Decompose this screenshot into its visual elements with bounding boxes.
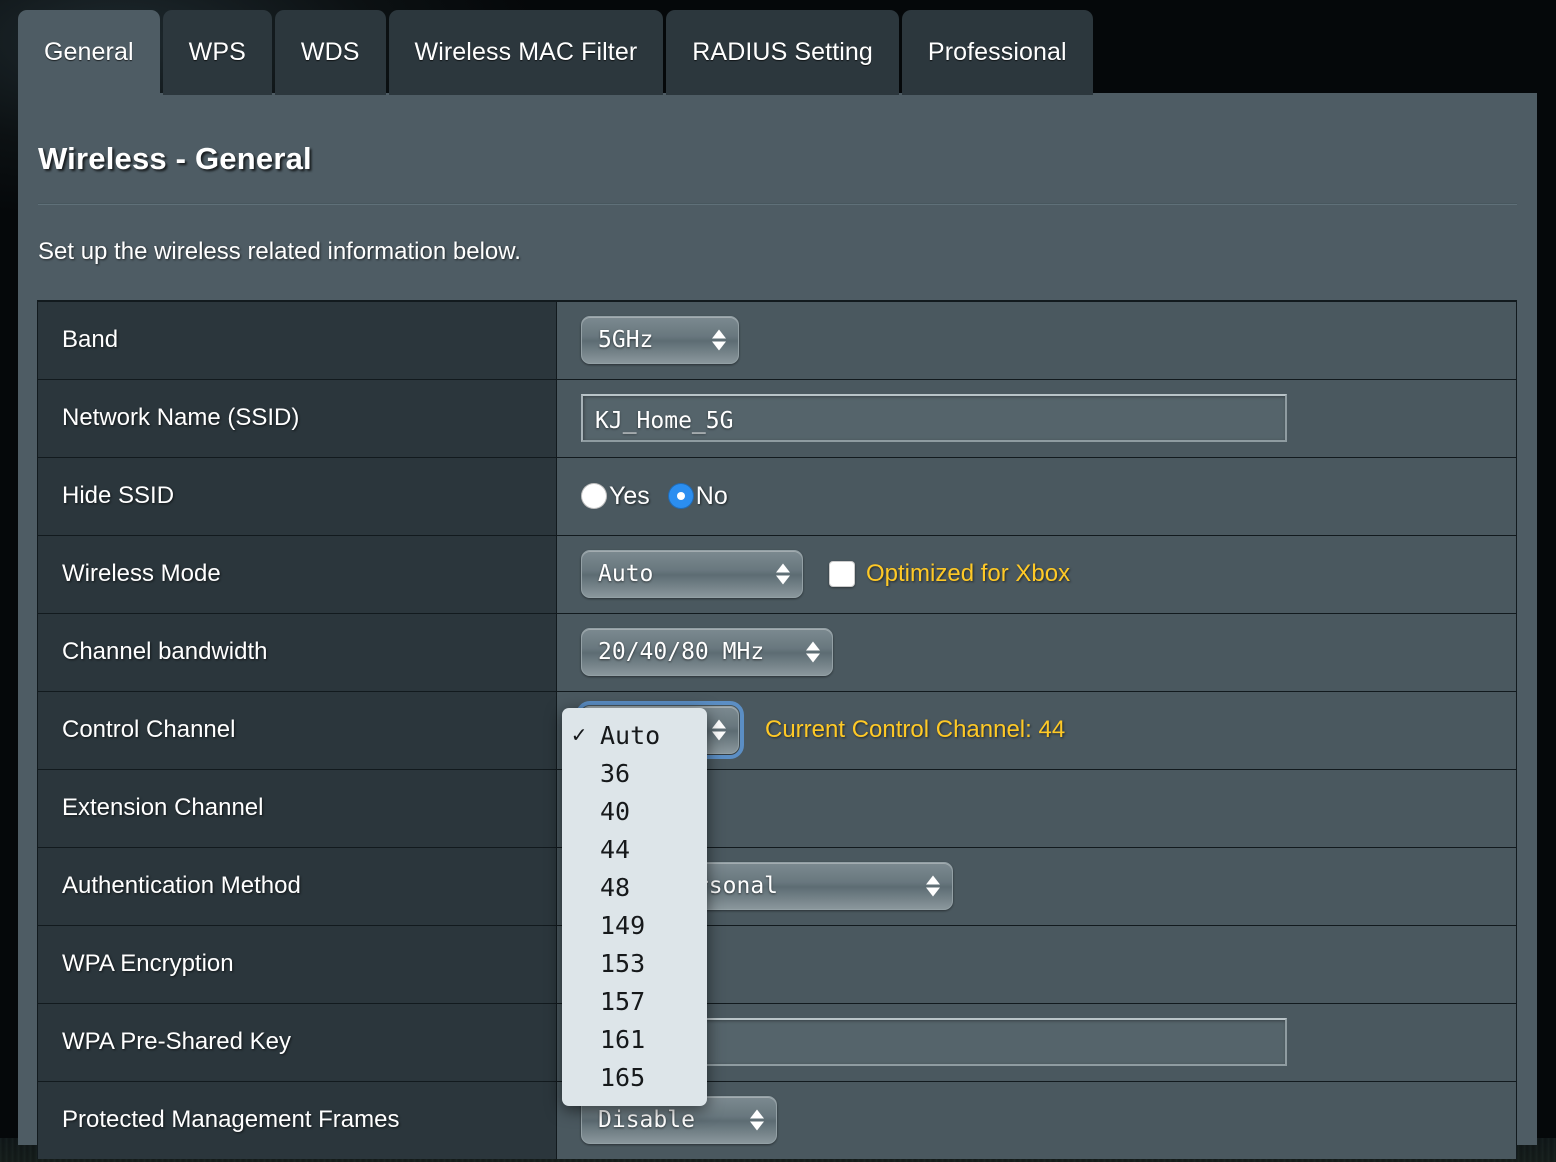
stepper-arrows-icon: [712, 329, 726, 351]
label-extension-channel: Extension Channel: [37, 769, 557, 847]
stepper-arrows-icon: [806, 641, 820, 663]
hide-ssid-radio-group: Yes No: [581, 482, 1516, 511]
value-hide-ssid: Yes No: [556, 457, 1517, 535]
wireless-mode-select[interactable]: Auto: [581, 550, 803, 598]
label-band: Band: [37, 301, 557, 379]
hide-ssid-radio-yes[interactable]: Yes: [581, 482, 650, 511]
pmf-select-value: Disable: [598, 1107, 695, 1134]
dropdown-option[interactable]: 44: [562, 830, 707, 868]
checkbox-icon: [829, 561, 855, 587]
value-band: 5GHz: [556, 301, 1517, 379]
label-pmf: Protected Management Frames: [37, 1081, 557, 1159]
hide-ssid-radio-no[interactable]: No: [667, 481, 728, 511]
dropdown-option-label: 165: [600, 1062, 646, 1092]
page-subtitle: Set up the wireless related information …: [38, 238, 521, 265]
label-channel-bandwidth: Channel bandwidth: [37, 613, 557, 691]
optimized-for-xbox-checkbox[interactable]: Optimized for Xbox: [829, 560, 1070, 588]
table-row-wpa-psk: WPA Pre-Shared Key: [37, 1003, 1517, 1081]
settings-panel: Wireless - General Set up the wireless r…: [18, 93, 1537, 1159]
value-ssid: KJ_Home_5G: [556, 379, 1517, 457]
dropdown-option[interactable]: 153: [562, 944, 707, 982]
dropdown-option[interactable]: ✓ Auto: [562, 716, 707, 754]
dropdown-option-label: 153: [600, 948, 646, 978]
stepper-arrows-icon: [926, 875, 940, 897]
radio-no-label: No: [695, 481, 728, 510]
wireless-mode-select-value: Auto: [598, 561, 654, 587]
stepper-arrows-icon: [712, 719, 726, 741]
stepper-arrows-icon: [776, 563, 790, 585]
label-ssid: Network Name (SSID): [37, 379, 557, 457]
table-row-hide-ssid: Hide SSID Yes No: [37, 457, 1517, 535]
dropdown-option[interactable]: 157: [562, 982, 707, 1020]
label-wpa-encryption: WPA Encryption: [37, 925, 557, 1003]
tab-wps-label: WPS: [188, 38, 246, 66]
table-row-control-channel: Control Channel Auto Current Control Cha…: [37, 691, 1517, 769]
tab-wps[interactable]: WPS: [162, 10, 272, 95]
page-title: Wireless - General: [38, 141, 312, 176]
dropdown-option-label: 40: [600, 796, 631, 826]
tab-wireless-mac-filter-label: Wireless MAC Filter: [414, 38, 638, 66]
dropdown-option-label: 44: [600, 834, 631, 864]
tab-wireless-mac-filter[interactable]: Wireless MAC Filter: [388, 10, 664, 95]
tab-radius-setting-label: RADIUS Setting: [692, 38, 873, 66]
ssid-input-value: KJ_Home_5G: [595, 408, 734, 434]
dropdown-option[interactable]: 165: [562, 1058, 707, 1096]
label-hide-ssid: Hide SSID: [37, 457, 557, 535]
table-row-ssid: Network Name (SSID) KJ_Home_5G: [37, 379, 1517, 457]
table-row-pmf: Protected Management Frames Disable: [37, 1081, 1517, 1159]
band-select[interactable]: 5GHz: [581, 316, 739, 365]
dropdown-option-label: 48: [600, 872, 631, 902]
dropdown-option-label: 157: [600, 986, 646, 1016]
label-wpa-psk: WPA Pre-Shared Key: [37, 1003, 557, 1081]
radio-yes-icon: [581, 483, 607, 509]
tab-professional[interactable]: Professional: [901, 10, 1093, 95]
table-row-band: Band 5GHz: [37, 301, 1517, 379]
label-control-channel: Control Channel: [37, 691, 557, 769]
tab-professional-label: Professional: [927, 38, 1067, 66]
table-row-wpa-encryption: WPA Encryption: [37, 925, 1517, 1003]
band-select-value: 5GHz: [598, 327, 654, 354]
dropdown-option-label: 161: [600, 1024, 646, 1054]
radio-yes-label: Yes: [609, 481, 650, 510]
label-auth-method: Authentication Method: [37, 847, 557, 925]
optimized-for-xbox-label: Optimized for Xbox: [866, 560, 1071, 587]
radio-no-icon: [667, 483, 694, 509]
table-row-extension-channel: Extension Channel: [37, 769, 1517, 847]
dropdown-option[interactable]: 149: [562, 906, 707, 944]
dropdown-option-label: 149: [600, 910, 646, 940]
channel-bandwidth-select-value: 20/40/80 MHz: [598, 639, 765, 665]
value-channel-bandwidth: 20/40/80 MHz: [556, 613, 1517, 691]
dropdown-option[interactable]: 40: [562, 792, 707, 830]
tab-wds[interactable]: WDS: [274, 10, 386, 95]
stepper-arrows-icon: [750, 1109, 764, 1131]
tab-wds-label: WDS: [300, 38, 360, 66]
dropdown-option[interactable]: 161: [562, 1020, 707, 1058]
tab-general-label: General: [44, 38, 134, 66]
wireless-settings-table: Band 5GHz Network Name (SSID) KJ_Home_5G…: [37, 300, 1517, 1159]
table-row-auth-method: Authentication Method WPA2-Personal: [37, 847, 1517, 925]
tab-general[interactable]: General: [18, 10, 160, 95]
tab-radius-setting[interactable]: RADIUS Setting: [666, 10, 899, 95]
label-wireless-mode: Wireless Mode: [37, 535, 557, 613]
current-control-channel-hint: Current Control Channel: 44: [765, 716, 1066, 743]
channel-bandwidth-select[interactable]: 20/40/80 MHz: [581, 628, 833, 676]
ssid-input[interactable]: KJ_Home_5G: [581, 394, 1287, 442]
value-wireless-mode: Auto Optimized for Xbox: [556, 535, 1517, 613]
dropdown-option[interactable]: 48: [562, 868, 707, 906]
check-icon: ✓: [572, 722, 586, 748]
table-row-wireless-mode: Wireless Mode Auto Optimized for Xbox: [37, 535, 1517, 613]
control-channel-dropdown-menu[interactable]: ✓ Auto 36 40 44 48 149 153 157 161 165: [562, 708, 707, 1106]
tab-bar: General WPS WDS Wireless MAC Filter RADI…: [18, 10, 1096, 95]
table-row-channel-bandwidth: Channel bandwidth 20/40/80 MHz: [37, 613, 1517, 691]
dropdown-option-label: Auto: [600, 720, 661, 750]
dropdown-option-label: 36: [600, 758, 631, 788]
dropdown-option[interactable]: 36: [562, 754, 707, 792]
